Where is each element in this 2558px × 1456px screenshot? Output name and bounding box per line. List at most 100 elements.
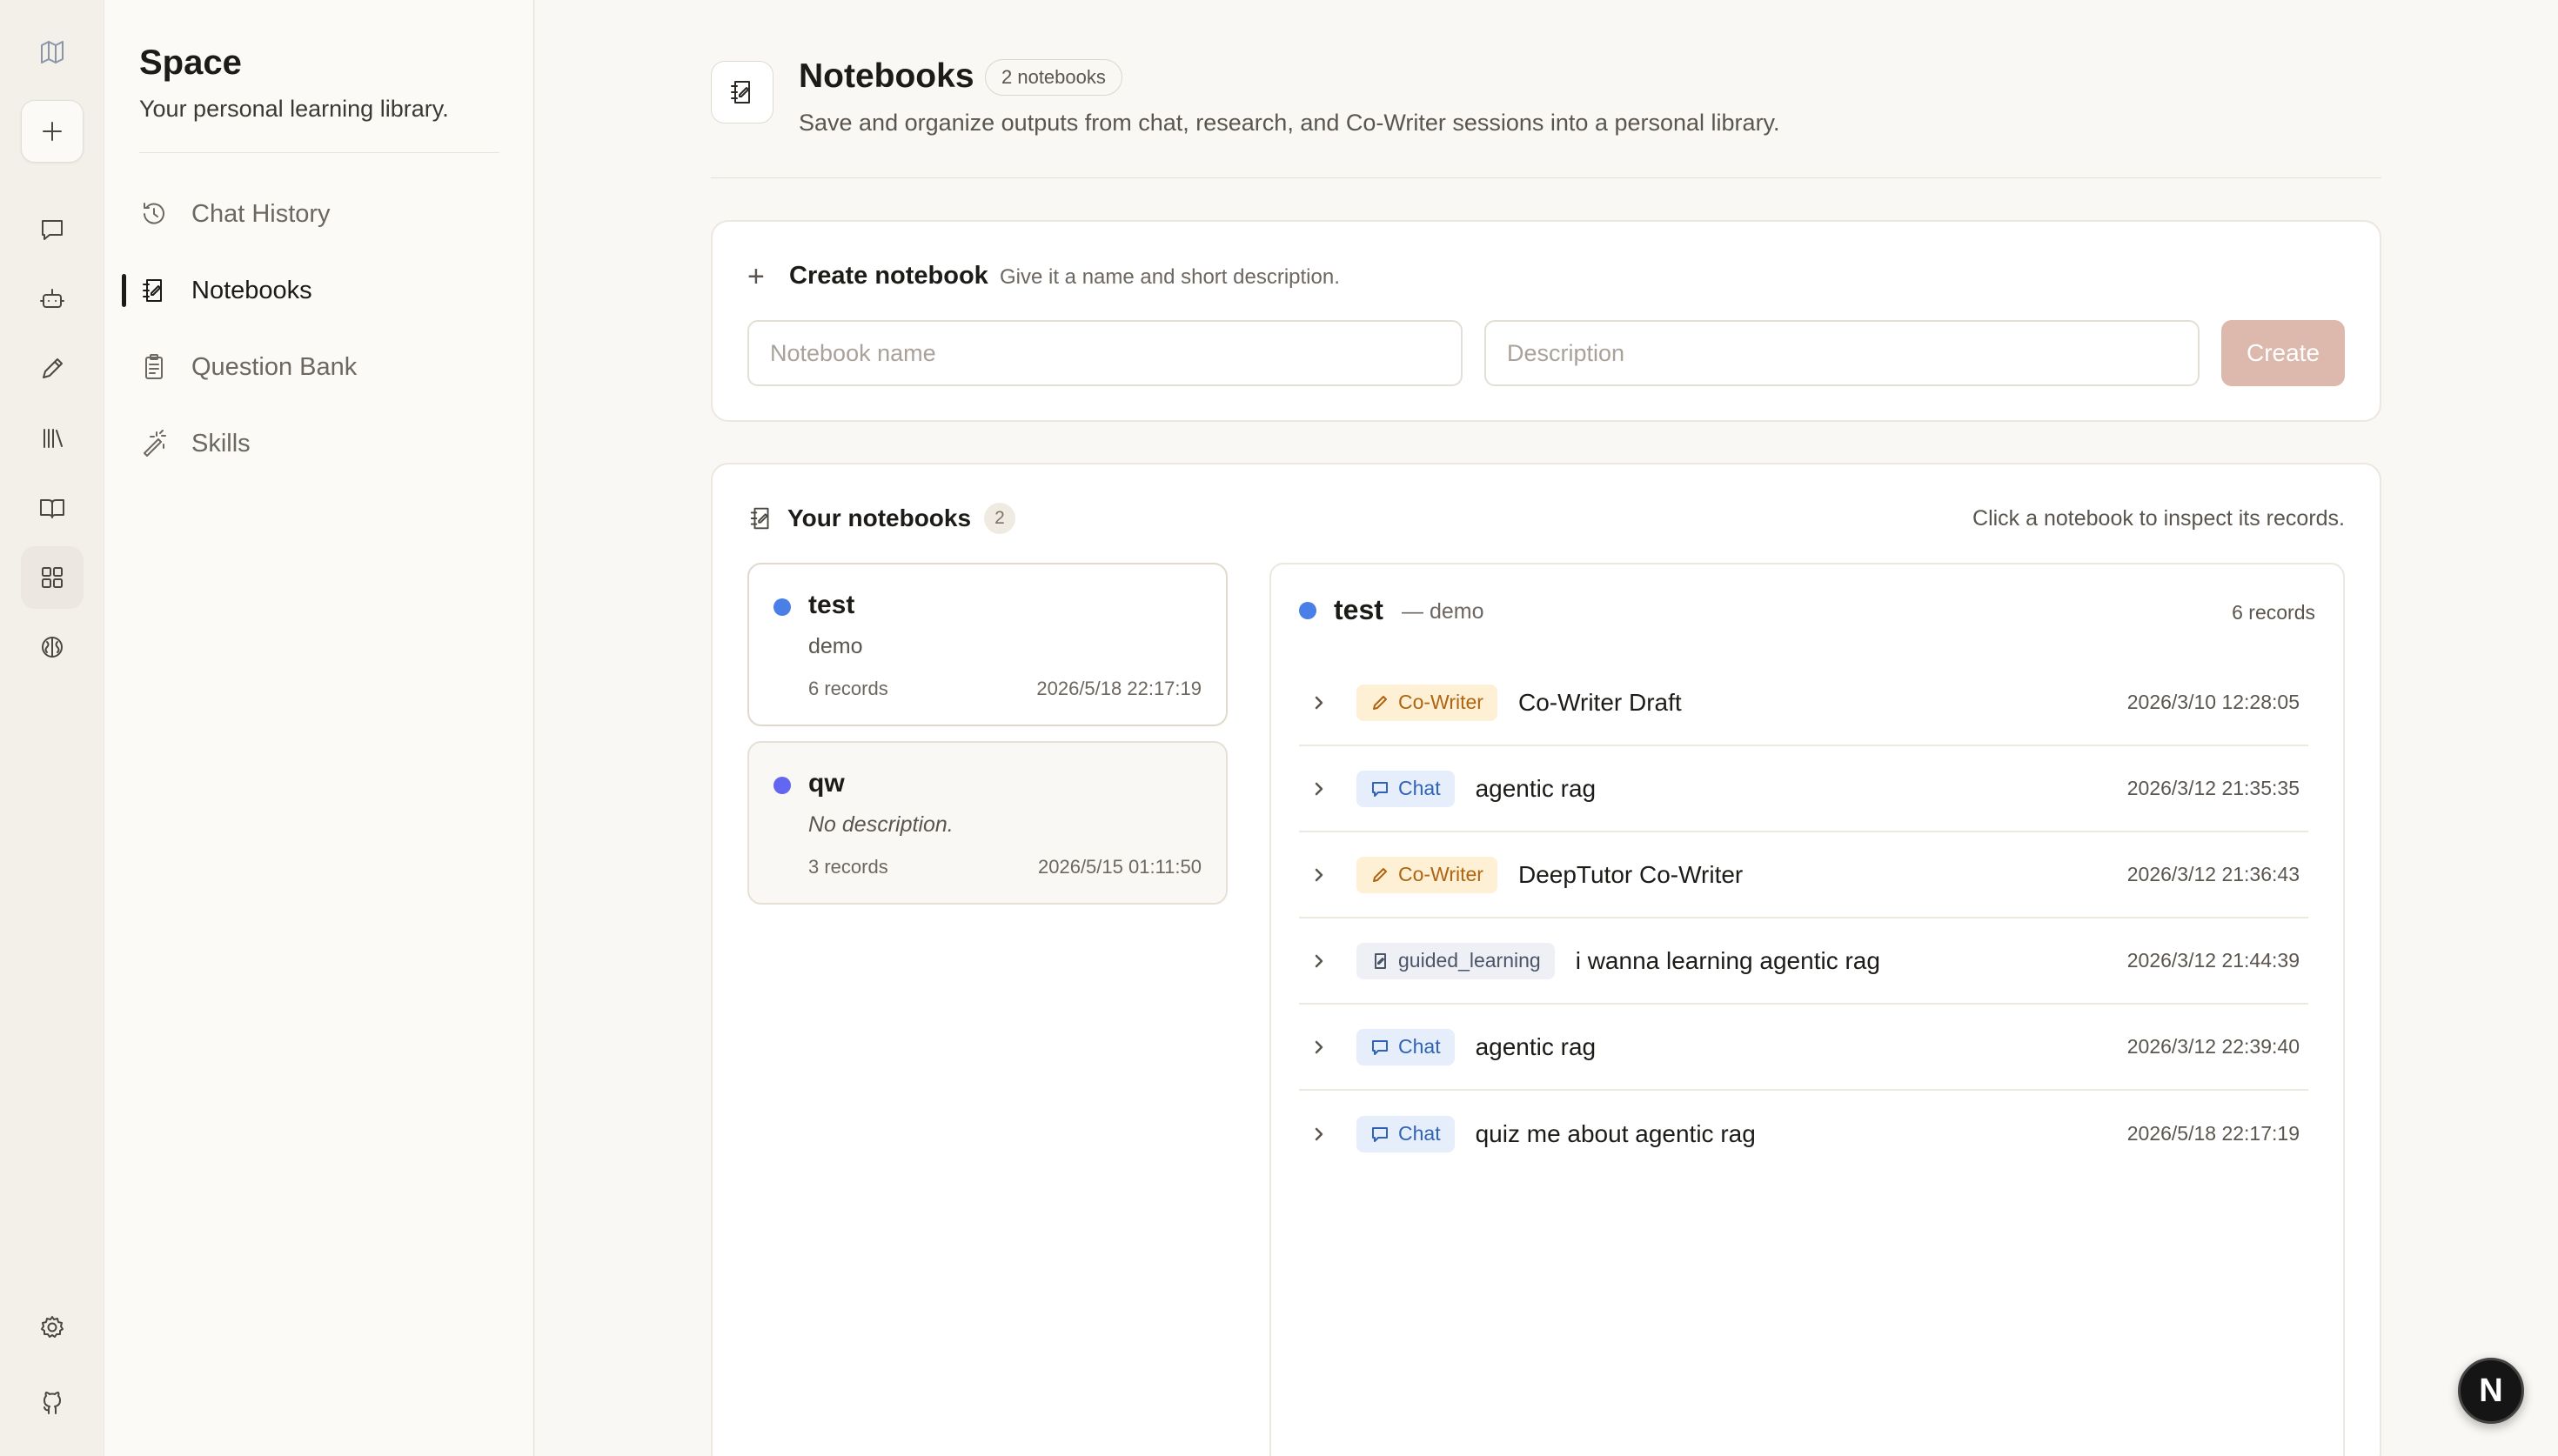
notebook-name: test — [808, 591, 855, 619]
notebook-name: qw — [808, 769, 845, 798]
record-date: 2026/3/12 21:44:39 — [2126, 949, 2300, 972]
notebook-icon — [747, 504, 775, 537]
notebook-card-test[interactable]: test demo 6 records 2026/5/18 22:17:19 — [747, 563, 1228, 726]
chat-icon — [1372, 1039, 1388, 1055]
sidebar-item-label: Chat History — [191, 199, 331, 228]
header-divider — [711, 177, 2381, 178]
record-date: 2026/3/10 12:28:05 — [2126, 691, 2300, 713]
sidebar-item-label: Question Bank — [191, 352, 358, 381]
sidebar: Space Your personal learning library. Ch… — [104, 0, 534, 1456]
notebook-count-badge: 2 notebooks — [985, 59, 1122, 96]
sidebar-item-chat-history[interactable]: Chat History — [139, 184, 505, 244]
record-row[interactable]: guided_learning i wanna learning agentic… — [1299, 918, 2308, 1005]
sidebar-item-question-bank[interactable]: Question Bank — [139, 337, 505, 397]
record-tag: Chat — [1356, 770, 1455, 807]
pen-icon — [1373, 695, 1387, 710]
notebook-description: No description. — [808, 812, 954, 837]
notebook-color-dot — [1299, 602, 1316, 619]
detail-notebook-name: test — [1334, 594, 1383, 625]
record-tag: guided_learning — [1356, 942, 1555, 979]
notebooks-count-badge: 2 — [984, 503, 1015, 534]
create-notebook-card: + Create notebook Give it a name and sho… — [711, 220, 2381, 422]
wand-icon — [139, 429, 169, 458]
chevron-right-icon[interactable] — [1309, 779, 1330, 798]
record-tag: Chat — [1356, 1115, 1455, 1152]
sidebar-subtitle: Your personal learning library. — [139, 96, 449, 122]
page-title: Notebooks — [799, 57, 974, 95]
notebooks-hint: Click a notebook to inspect its records. — [1972, 506, 2345, 531]
notebook-records: 3 records — [808, 856, 888, 878]
brain-icon[interactable] — [21, 616, 84, 678]
book-icon[interactable] — [21, 477, 84, 539]
create-notebook-subtitle: Give it a name and short description. — [1000, 265, 1340, 289]
detail-records-count: 6 records — [2232, 601, 2315, 624]
chevron-right-icon[interactable] — [1309, 1038, 1330, 1057]
library-icon[interactable] — [21, 407, 84, 470]
history-icon — [139, 199, 169, 229]
chat-icon — [1372, 1126, 1388, 1142]
record-date: 2026/5/18 22:17:19 — [2126, 1122, 2300, 1145]
record-tag: Co-Writer — [1356, 684, 1497, 721]
pen-icon[interactable] — [21, 337, 84, 400]
sidebar-item-label: Skills — [191, 429, 251, 458]
record-row[interactable]: Chat agentic rag 2026/3/12 22:39:40 — [1299, 1005, 2308, 1091]
notebook-records: 6 records — [808, 678, 888, 699]
notebooks-list-card: Your notebooks 2 Click a notebook to ins… — [711, 463, 2381, 1456]
record-tag: Chat — [1356, 1028, 1455, 1065]
notebook-date: 2026/5/15 01:11:50 — [1038, 856, 1202, 878]
notebook-icon — [1375, 952, 1386, 969]
record-title: i wanna learning agentic rag — [1575, 946, 1880, 974]
sidebar-divider — [139, 152, 499, 153]
record-title: agentic rag — [1475, 1032, 1597, 1060]
record-date: 2026/3/12 22:39:40 — [2126, 1035, 2300, 1058]
chevron-right-icon[interactable] — [1309, 865, 1330, 885]
notebook-color-dot — [773, 598, 791, 616]
plus-icon: + — [747, 260, 765, 293]
github-icon[interactable] — [21, 1373, 84, 1435]
pen-icon — [1373, 867, 1387, 882]
create-notebook-title: Create notebook — [789, 262, 988, 290]
notebook-color-dot — [773, 777, 791, 794]
record-date: 2026/3/12 21:36:43 — [2126, 863, 2300, 885]
record-title: quiz me about agentic rag — [1475, 1119, 1756, 1147]
gear-icon[interactable] — [21, 1296, 84, 1359]
notebook-icon — [139, 276, 169, 305]
chevron-right-icon[interactable] — [1309, 693, 1330, 712]
page-description: Save and organize outputs from chat, res… — [799, 110, 1780, 136]
logo-icon[interactable] — [21, 21, 84, 83]
detail-notebook-description: — demo — [1402, 599, 1484, 624]
notebook-card-qw[interactable]: qw No description. 3 records 2026/5/15 0… — [747, 741, 1228, 905]
record-row[interactable]: Co-Writer Co-Writer Draft 2026/3/10 12:2… — [1299, 660, 2308, 746]
robot-icon[interactable] — [21, 268, 84, 331]
notebook-name-input[interactable] — [747, 320, 1463, 386]
sidebar-item-label: Notebooks — [191, 276, 312, 304]
record-title: agentic rag — [1475, 774, 1597, 802]
main-content: Notebooks 2 notebooks Save and organize … — [535, 0, 2558, 1456]
your-notebooks-title: Your notebooks — [787, 504, 972, 531]
record-title: Co-Writer Draft — [1517, 688, 1682, 716]
chat-icon — [1372, 781, 1388, 797]
chat-icon[interactable] — [21, 198, 84, 261]
create-button[interactable]: Create — [2221, 320, 2345, 386]
notebook-icon — [711, 61, 773, 124]
notebook-description-input[interactable] — [1484, 320, 2200, 386]
record-row[interactable]: Chat quiz me about agentic rag 2026/5/18… — [1299, 1091, 2308, 1177]
notebook-description: demo — [808, 634, 863, 658]
record-row[interactable]: Chat agentic rag 2026/3/12 21:35:35 — [1299, 746, 2308, 832]
chevron-right-icon[interactable] — [1309, 1125, 1330, 1144]
sidebar-item-notebooks[interactable]: Notebooks — [122, 260, 505, 321]
sidebar-title: Space — [139, 43, 242, 82]
notebook-detail-panel: test — demo 6 records Co-Writer Co-Write… — [1269, 563, 2345, 1456]
grid-icon[interactable] — [21, 546, 84, 609]
record-tag: Co-Writer — [1356, 856, 1497, 893]
sidebar-item-skills[interactable]: Skills — [139, 413, 505, 474]
active-indicator — [122, 274, 126, 307]
chevron-right-icon[interactable] — [1309, 952, 1330, 971]
record-title: DeepTutor Co-Writer — [1517, 860, 1744, 888]
record-row[interactable]: Co-Writer DeepTutor Co-Writer 2026/3/12 … — [1299, 832, 2308, 918]
next-dev-tools-button[interactable]: N — [2458, 1358, 2524, 1424]
new-session-plus-icon[interactable] — [21, 100, 84, 163]
notebook-date: 2026/5/18 22:17:19 — [1036, 678, 1202, 699]
clipboard-icon — [139, 352, 169, 382]
icon-rail — [0, 0, 104, 1456]
